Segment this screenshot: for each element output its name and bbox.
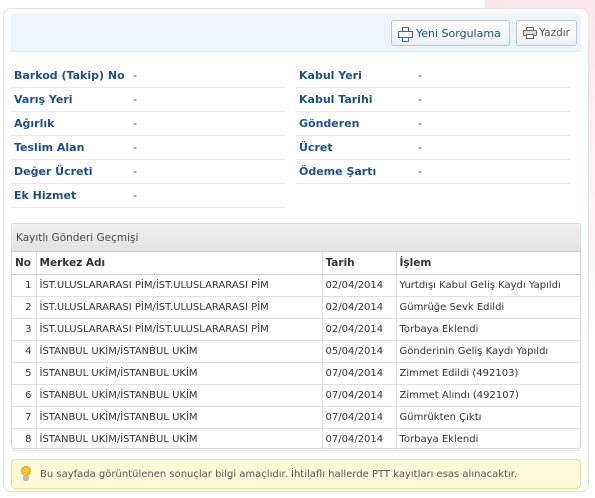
info-value: - [133, 93, 137, 106]
info-row-extra-service: Ek Hizmet - [11, 184, 285, 208]
row-date: 07/04/2014 [322, 384, 397, 407]
row-date: 02/04/2014 [322, 274, 397, 297]
info-value: - [133, 189, 137, 202]
shipment-info-left: Barkod (Takip) No - Varış Yeri - Ağırlık… [11, 64, 285, 208]
row-action: Gümrükten Çıktı [396, 406, 580, 429]
info-notice: Bu sayfada görüntülenen sonuçlar bilgi a… [11, 459, 581, 489]
info-value: - [133, 165, 137, 178]
info-label: Ek Hizmet [14, 189, 77, 202]
table-row: 7 İSTANBUL UKİM/İSTANBUL UKİM 07/04/2014 Gü… [12, 406, 580, 429]
row-center: İSTANBUL UKİM/İSTANBUL UKİM [36, 406, 323, 429]
info-label: Ücret [299, 141, 333, 154]
history-title: Kayıtlı Gönderi Geçmişi [12, 224, 580, 252]
info-row-payment-terms: Ödeme Şartı - [296, 160, 570, 184]
history-table: No Merkez Adı Tarih İşlem 1 İST.ULUSLARAR… [12, 252, 580, 451]
info-value: - [133, 69, 137, 82]
print-label: Yazdır [539, 27, 570, 39]
shipment-history: Kayıtlı Gönderi Geçmişi No Merkez Adı Ta… [11, 223, 581, 451]
row-center: İSTANBUL UKİM/İSTANBUL UKİM [36, 340, 323, 363]
row-number: 3 [12, 318, 37, 341]
info-value: - [133, 141, 137, 154]
table-header-row: No Merkez Adı Tarih İşlem [12, 252, 580, 275]
info-value: - [133, 117, 137, 130]
info-label: Gönderen [299, 117, 360, 130]
info-value: - [418, 165, 422, 178]
row-number: 8 [12, 428, 37, 451]
info-row-value-fee: Değer Ücreti - [11, 160, 285, 184]
column-header-center: Merkez Adı [36, 252, 323, 275]
info-label: Kabul Tarihi [299, 93, 373, 106]
row-center: İST.ULUSLARARASI PİM/İST.ULUSLARARASI Pİ… [36, 296, 323, 319]
row-number: 5 [12, 362, 37, 385]
row-action: Yurtdışı Kabul Geliş Kaydı Yapıldı [396, 274, 580, 297]
row-date: 02/04/2014 [322, 296, 397, 319]
row-date: 07/04/2014 [322, 428, 397, 451]
column-header-action: İşlem [396, 252, 580, 275]
row-date: 07/04/2014 [322, 362, 397, 385]
info-value: - [418, 117, 422, 130]
row-number: 6 [12, 384, 37, 407]
row-action: Gönderinin Geliş Kaydı Yapıldı [396, 340, 580, 363]
plus-icon [398, 26, 413, 42]
lightbulb-icon [20, 466, 32, 482]
row-center: İST.ULUSLARARASI PİM/İST.ULUSLARARASI Pİ… [36, 274, 323, 297]
new-query-button[interactable]: Yeni Sorgulama [391, 20, 510, 46]
info-label: Kabul Yeri [299, 69, 362, 82]
table-row: 4 İSTANBUL UKİM/İSTANBUL UKİM 05/04/2014 Gö… [12, 340, 580, 363]
info-row-acceptance-place: Kabul Yeri - [296, 64, 570, 88]
row-center: İSTANBUL UKİM/İSTANBUL UKİM [36, 362, 323, 385]
row-center: İSTANBUL UKİM/İSTANBUL UKİM [36, 384, 323, 407]
row-date: 02/04/2014 [322, 318, 397, 341]
info-row-barcode: Barkod (Takip) No - [11, 64, 285, 88]
row-number: 1 [12, 274, 37, 297]
column-header-no: No [12, 252, 37, 275]
info-label: Ağırlık [14, 117, 55, 130]
shipment-info-right: Kabul Yeri - Kabul Tarihi - Gönderen - Ü… [296, 64, 570, 184]
info-value: - [418, 141, 422, 154]
new-query-label: Yeni Sorgulama [416, 26, 501, 40]
table-row: 1 İST.ULUSLARARASI PİM/İST.ULUSLARARASI P… [12, 274, 580, 297]
row-action: Zimmet Edildi (492103) [396, 362, 580, 385]
row-action: Torbaya Eklendi [396, 428, 580, 451]
info-value: - [418, 69, 422, 82]
row-date: 07/04/2014 [322, 406, 397, 429]
row-number: 2 [12, 296, 37, 319]
info-row-acceptance-date: Kabul Tarihi - [296, 88, 570, 112]
info-value: - [418, 93, 422, 106]
info-label: Teslim Alan [14, 141, 85, 154]
printer-icon [523, 27, 537, 39]
info-row-sender: Gönderen - [296, 112, 570, 136]
info-row-fee: Ücret - [296, 136, 570, 160]
row-number: 7 [12, 406, 37, 429]
info-row-destination: Varış Yeri - [11, 88, 285, 112]
table-row: 6 İSTANBUL UKİM/İSTANBUL UKİM 07/04/2014 Zi… [12, 384, 580, 407]
table-row: 2 İST.ULUSLARARASI PİM/İST.ULUSLARARASI P… [12, 296, 580, 319]
info-row-receiver: Teslim Alan - [11, 136, 285, 160]
info-label: Barkod (Takip) No [14, 69, 125, 82]
table-row: 3 İST.ULUSLARARASI PİM/İST.ULUSLARARASI P… [12, 318, 580, 341]
info-row-weight: Ağırlık - [11, 112, 285, 136]
info-label: Değer Ücreti [14, 165, 93, 178]
column-header-date: Tarih [322, 252, 397, 275]
row-center: İST.ULUSLARARASI PİM/İST.ULUSLARARASI Pİ… [36, 318, 323, 341]
row-number: 4 [12, 340, 37, 363]
notice-text: Bu sayfada görüntülenen sonuçlar bilgi a… [40, 468, 518, 480]
row-action: Gümrüğe Sevk Edildi [396, 296, 580, 319]
table-row: 5 İSTANBUL UKİM/İSTANBUL UKİM 07/04/2014 Zi… [12, 362, 580, 385]
row-date: 05/04/2014 [322, 340, 397, 363]
print-button[interactable]: Yazdır [516, 20, 577, 46]
row-action: Torbaya Eklendi [396, 318, 580, 341]
table-row: 8 İSTANBUL UKİM/İSTANBUL UKİM 07/04/2014 To… [12, 428, 580, 451]
toolbar: Yeni Sorgulama Yazdır [11, 14, 581, 52]
row-center: İSTANBUL UKİM/İSTANBUL UKİM [36, 428, 323, 451]
info-label: Varış Yeri [14, 93, 73, 106]
info-label: Ödeme Şartı [299, 165, 377, 178]
row-action: Zimmet Alındı (492107) [396, 384, 580, 407]
